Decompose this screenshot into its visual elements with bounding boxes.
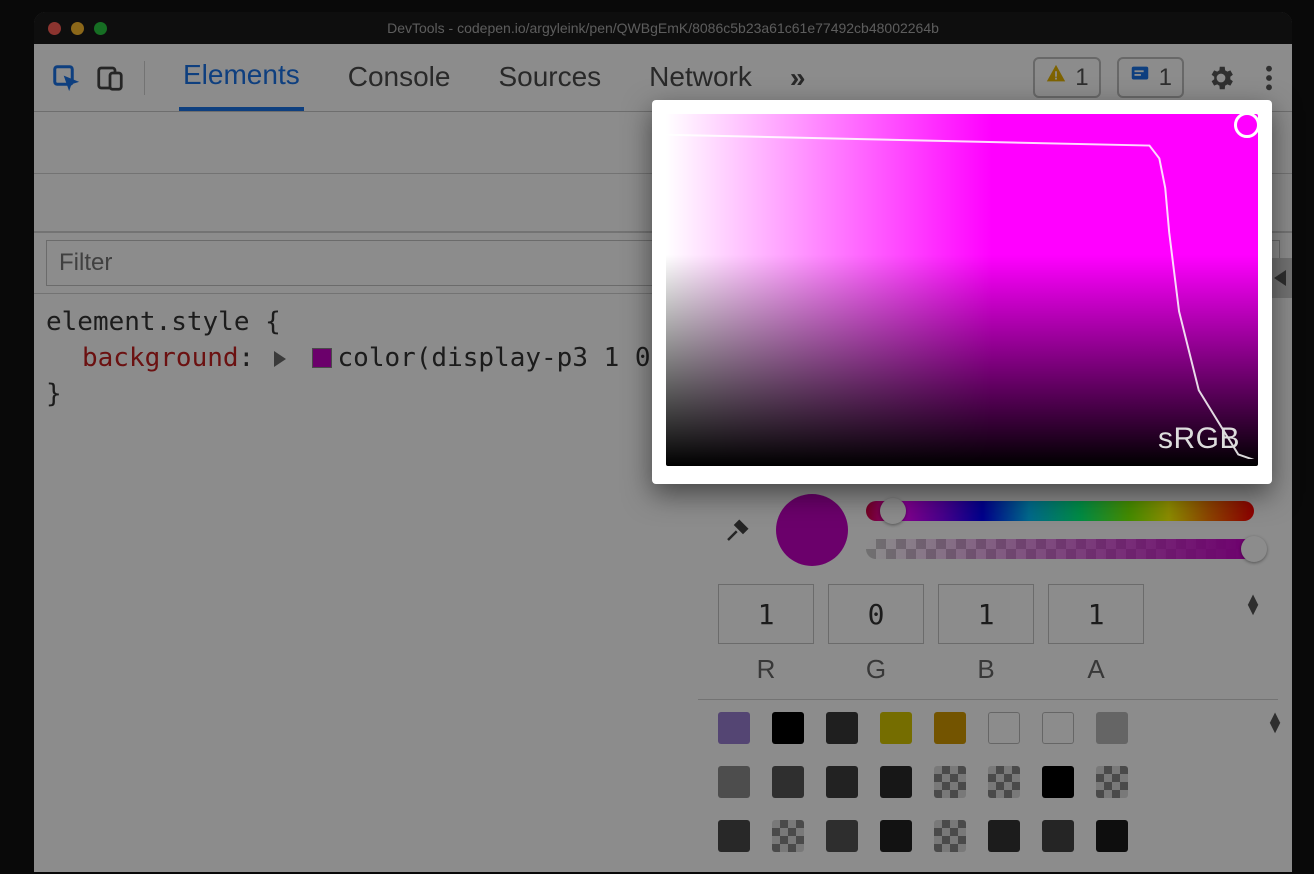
palette-swatch[interactable] [718, 820, 750, 852]
more-menu-icon[interactable] [1258, 64, 1280, 92]
tab-sources[interactable]: Sources [494, 47, 605, 109]
gamut-label: sRGB [1158, 422, 1240, 456]
settings-icon[interactable] [1200, 63, 1242, 93]
palette-swatch[interactable] [934, 712, 966, 744]
titlebar: DevTools - codepen.io/argyleink/pen/QWBg… [34, 12, 1292, 44]
divider [144, 61, 145, 95]
palette-swatch[interactable] [880, 766, 912, 798]
format-toggle-icon[interactable]: ▲▼ [1244, 594, 1262, 614]
color-spectrum-popout: sRGB [652, 100, 1272, 484]
tabs-overflow-icon[interactable]: » [790, 62, 806, 94]
channel-b-label: B [977, 654, 994, 685]
warning-icon [1045, 63, 1067, 92]
channel-a-label: A [1087, 654, 1104, 685]
traffic-lights [34, 22, 107, 35]
palette-swatch[interactable] [1042, 820, 1074, 852]
palette-swatch[interactable] [826, 766, 858, 798]
palette-swatch[interactable] [826, 820, 858, 852]
palette-swatch[interactable] [880, 712, 912, 744]
palette-toggle-icon[interactable]: ▲▼ [1266, 712, 1284, 732]
palette-swatch[interactable] [934, 766, 966, 798]
palette-swatch[interactable] [1042, 766, 1074, 798]
palette-swatch[interactable] [772, 712, 804, 744]
eyedropper-icon[interactable] [718, 515, 758, 545]
alpha-thumb[interactable] [1241, 536, 1267, 562]
channel-inputs: 1 R 0 G 1 B 1 A ▲▼ [718, 576, 1258, 693]
color-spectrum[interactable]: sRGB [666, 114, 1258, 466]
channel-a-input[interactable]: 1 [1048, 584, 1144, 644]
hue-thumb[interactable] [880, 498, 906, 524]
tab-console[interactable]: Console [344, 47, 455, 109]
palette-swatch[interactable] [1096, 820, 1128, 852]
palette-swatch[interactable] [772, 820, 804, 852]
css-value[interactable]: color(display-p3 1 0 [338, 343, 651, 373]
info-icon [1129, 63, 1151, 92]
warnings-badge[interactable]: 1 [1033, 57, 1100, 98]
channel-g-input[interactable]: 0 [828, 584, 924, 644]
palette-swatch[interactable] [988, 712, 1020, 744]
minimize-icon[interactable] [71, 22, 84, 35]
channel-r-label: R [757, 654, 776, 685]
hue-slider[interactable] [866, 501, 1254, 521]
window-title: DevTools - codepen.io/argyleink/pen/QWBg… [34, 20, 1292, 36]
srgb-gamut-line [666, 114, 1258, 459]
color-swatch-icon[interactable] [312, 348, 332, 368]
warnings-count: 1 [1075, 64, 1088, 92]
expand-icon[interactable] [274, 351, 286, 367]
channel-g-label: G [866, 654, 886, 685]
tab-elements[interactable]: Elements [179, 45, 304, 111]
palette-swatch[interactable] [880, 820, 912, 852]
device-toggle-icon[interactable] [90, 58, 130, 98]
alpha-slider[interactable] [866, 539, 1254, 559]
palette-swatch[interactable] [772, 766, 804, 798]
palette-swatch[interactable] [1096, 766, 1128, 798]
maximize-icon[interactable] [94, 22, 107, 35]
divider [698, 699, 1278, 700]
palette-swatch[interactable] [1042, 712, 1074, 744]
palette-swatch[interactable] [826, 712, 858, 744]
inspect-icon[interactable] [46, 58, 86, 98]
palette-grid: ▲▼ [718, 712, 1258, 860]
css-property[interactable]: background [82, 343, 239, 373]
palette-swatch[interactable] [1096, 712, 1128, 744]
palette-swatch[interactable] [988, 766, 1020, 798]
sidebar-collapse-icon[interactable] [1270, 258, 1292, 298]
current-color-swatch [776, 494, 848, 566]
palette-swatch[interactable] [718, 766, 750, 798]
info-badge[interactable]: 1 [1117, 57, 1184, 98]
channel-b-input[interactable]: 1 [938, 584, 1034, 644]
close-icon[interactable] [48, 22, 61, 35]
palette-swatch[interactable] [718, 712, 750, 744]
spectrum-cursor[interactable] [1234, 112, 1260, 138]
palette-swatch[interactable] [934, 820, 966, 852]
info-count: 1 [1159, 64, 1172, 92]
palette-swatch[interactable] [988, 820, 1020, 852]
channel-r-input[interactable]: 1 [718, 584, 814, 644]
